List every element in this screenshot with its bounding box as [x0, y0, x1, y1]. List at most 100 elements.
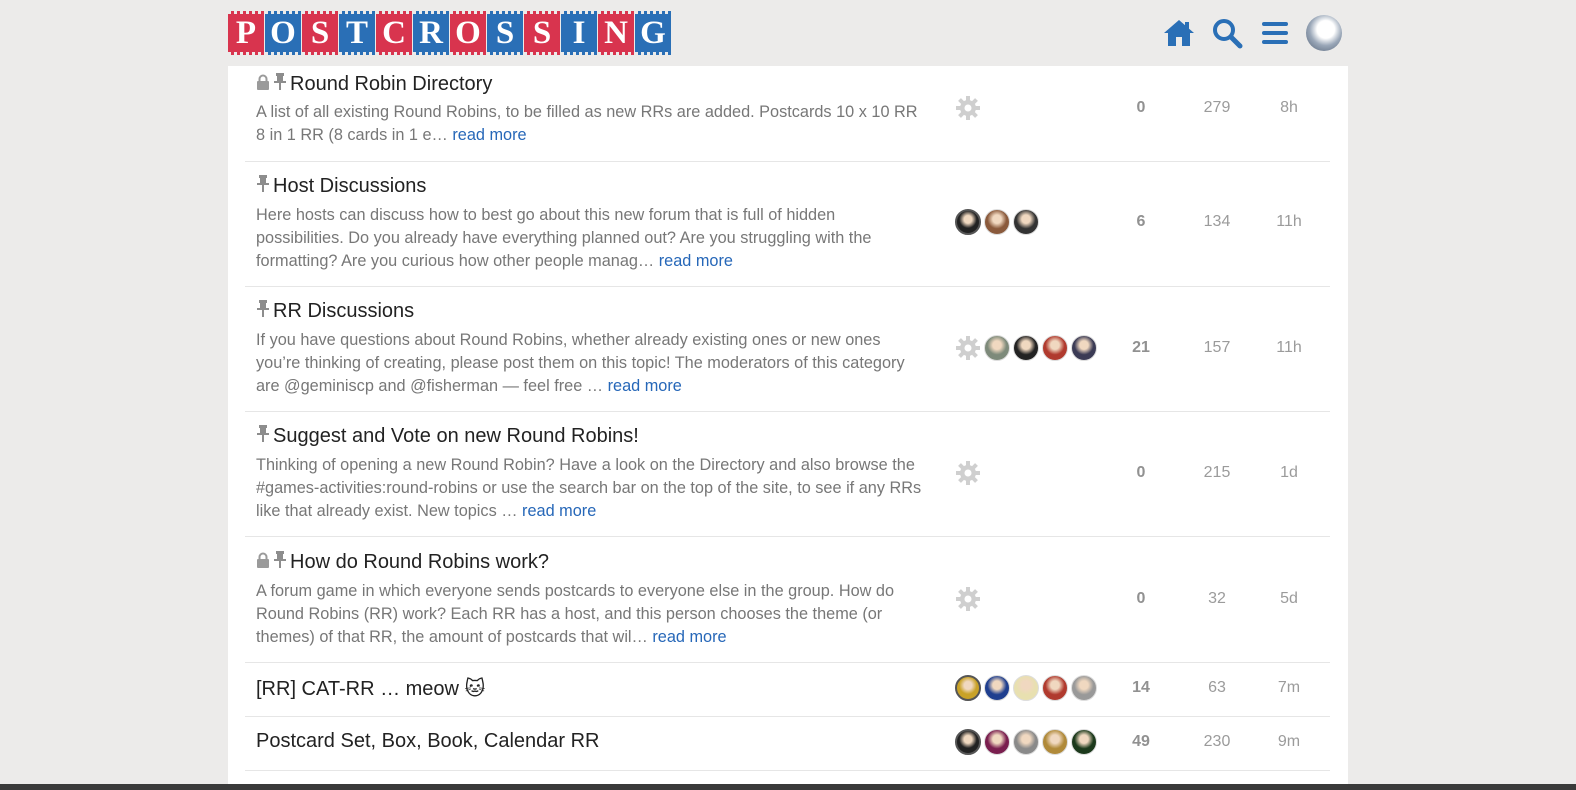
activity-time[interactable]: 7m: [1259, 679, 1319, 697]
views-count: 279: [1203, 99, 1231, 116]
topic-row[interactable]: [RR] CAT-RR … meow 🐱 14 63 7m: [245, 662, 1330, 717]
topic-row[interactable]: RR Discussions If you have questions abou…: [245, 286, 1330, 412]
pin-icon: [256, 424, 270, 448]
topic-posters: [955, 95, 984, 121]
read-more-link[interactable]: read more: [522, 502, 596, 520]
system-gear-icon[interactable]: [955, 460, 981, 486]
topic-title-text[interactable]: How do Round Robins work?: [290, 551, 549, 574]
poster-avatar[interactable]: [1013, 335, 1039, 361]
topic-title[interactable]: How do Round Robins work?: [256, 550, 549, 574]
topic-posters: [955, 675, 1100, 701]
activity-time[interactable]: 11h: [1259, 339, 1319, 357]
system-gear-icon[interactable]: [955, 335, 981, 361]
topic-excerpt-text: Here hosts can discuss how to best go ab…: [256, 206, 872, 270]
poster-avatar[interactable]: [1071, 335, 1097, 361]
replies-count: 0: [1136, 99, 1146, 116]
topic-title[interactable]: Suggest and Vote on new Round Robins!: [256, 424, 639, 448]
topic-title[interactable]: RR Discussions: [256, 299, 414, 323]
views-count: 63: [1208, 679, 1226, 696]
activity-time[interactable]: 11h: [1259, 213, 1319, 231]
logo-letter: S: [302, 11, 338, 55]
poster-avatar[interactable]: [1013, 675, 1039, 701]
user-avatar[interactable]: [1306, 15, 1342, 51]
topic-row[interactable]: Postcard Set, Box, Book, Calendar RR 49 23…: [245, 716, 1330, 771]
poster-avatar[interactable]: [955, 675, 981, 701]
read-more-link[interactable]: read more: [659, 252, 733, 270]
topic-title-text[interactable]: Host Discussions: [273, 175, 426, 198]
site-header: POSTCROSSING: [0, 0, 1576, 66]
topic-posters: [955, 335, 1100, 361]
topic-row[interactable]: Host Discussions Here hosts can discuss h…: [245, 161, 1330, 287]
topic-title[interactable]: Postcard Set, Box, Book, Calendar RR: [256, 730, 600, 753]
home-icon[interactable]: [1160, 14, 1198, 52]
topic-list: Round Robin Directory A list of all exist…: [228, 66, 1348, 790]
topic-title-text[interactable]: RR Discussions: [273, 300, 414, 323]
views-count: 32: [1208, 590, 1226, 607]
topic-excerpt-text: A list of all existing Round Robins, to …: [256, 103, 918, 144]
logo-letter: T: [339, 11, 375, 55]
poster-avatar[interactable]: [955, 209, 981, 235]
topic-title-text[interactable]: Postcard Set, Box, Book, Calendar RR: [256, 730, 600, 753]
topic-title-text[interactable]: Round Robin Directory: [290, 73, 492, 96]
logo-letter: I: [561, 11, 597, 55]
read-more-link[interactable]: read more: [452, 126, 526, 144]
pin-icon: [256, 174, 270, 198]
poster-avatar[interactable]: [984, 729, 1010, 755]
pin-icon: [256, 299, 270, 323]
poster-avatar[interactable]: [1013, 209, 1039, 235]
replies-count: 21: [1132, 339, 1150, 356]
logo-letter: R: [413, 11, 449, 55]
poster-avatar[interactable]: [984, 675, 1010, 701]
hamburger-menu-icon[interactable]: [1256, 14, 1294, 52]
replies-count: 49: [1132, 733, 1150, 750]
poster-avatar[interactable]: [955, 729, 981, 755]
poster-avatar[interactable]: [984, 209, 1010, 235]
logo-letter: O: [265, 11, 301, 55]
topic-title-text[interactable]: Suggest and Vote on new Round Robins!: [273, 425, 639, 448]
search-icon[interactable]: [1208, 14, 1246, 52]
pin-icon: [273, 72, 287, 96]
topic-row[interactable]: Suggest and Vote on new Round Robins! Thi…: [245, 411, 1330, 537]
lock-icon: [256, 73, 270, 96]
topic-posters: [955, 209, 1042, 235]
topic-posters: [955, 460, 984, 486]
replies-count: 0: [1136, 464, 1146, 481]
activity-time[interactable]: 5d: [1259, 590, 1319, 608]
topic-title[interactable]: Host Discussions: [256, 174, 426, 198]
activity-time[interactable]: 1d: [1259, 464, 1319, 482]
topic-posters: [955, 729, 1100, 755]
logo-letter: G: [635, 11, 671, 55]
poster-avatar[interactable]: [1071, 729, 1097, 755]
system-gear-icon[interactable]: [955, 95, 981, 121]
views-count: 215: [1203, 464, 1231, 481]
activity-time[interactable]: 8h: [1259, 99, 1319, 117]
poster-avatar[interactable]: [1042, 675, 1068, 701]
topic-excerpt-text: A forum game in which everyone sends pos…: [256, 582, 895, 646]
bottom-bar: [0, 784, 1576, 790]
views-count: 157: [1203, 339, 1231, 356]
poster-avatar[interactable]: [1042, 729, 1068, 755]
topic-excerpt: Thinking of opening a new Round Robin? H…: [256, 454, 926, 523]
topic-row[interactable]: Round Robin Directory A list of all exist…: [245, 66, 1330, 162]
read-more-link[interactable]: read more: [652, 628, 726, 646]
poster-avatar[interactable]: [1013, 729, 1039, 755]
activity-time[interactable]: 9m: [1259, 733, 1319, 751]
postcrossing-logo[interactable]: POSTCROSSING: [228, 11, 672, 55]
topic-excerpt: A forum game in which everyone sends pos…: [256, 580, 926, 649]
views-count: 230: [1203, 733, 1231, 750]
views-count: 134: [1203, 213, 1231, 230]
topic-title-text[interactable]: [RR] CAT-RR … meow 🐱: [256, 676, 485, 701]
replies-count: 6: [1136, 213, 1146, 230]
system-gear-icon[interactable]: [955, 586, 981, 612]
logo-letter: S: [487, 11, 523, 55]
read-more-link[interactable]: read more: [608, 377, 682, 395]
logo-letter: O: [450, 11, 486, 55]
poster-avatar[interactable]: [1071, 675, 1097, 701]
topic-posters: [955, 586, 984, 612]
poster-avatar[interactable]: [1042, 335, 1068, 361]
poster-avatar[interactable]: [984, 335, 1010, 361]
topic-row[interactable]: How do Round Robins work? A forum game in…: [245, 536, 1330, 663]
topic-title[interactable]: [RR] CAT-RR … meow 🐱: [256, 676, 485, 701]
topic-title[interactable]: Round Robin Directory: [256, 72, 492, 96]
topic-excerpt: Here hosts can discuss how to best go ab…: [256, 204, 926, 273]
